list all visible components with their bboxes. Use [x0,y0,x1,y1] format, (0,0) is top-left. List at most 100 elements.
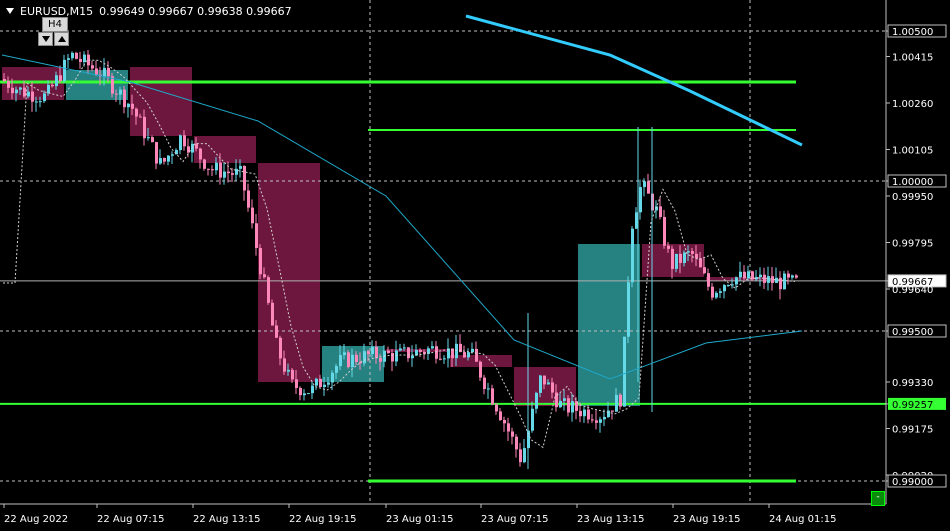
candle-body [207,168,210,170]
htf-candle [578,244,640,406]
candle-body [131,103,134,109]
candle-body [739,271,742,278]
candle-body [267,277,270,303]
candle-body [359,362,362,364]
candle-body [147,137,150,139]
time-label: 23 Aug 01:15 [386,514,453,525]
candle-body [155,142,158,164]
price-label: 0.99500 [892,327,933,338]
candle-body [715,292,718,298]
candle-body [319,378,322,387]
price-chart[interactable]: 1.00500 1.00415 1.00260 1.00105 1.00000 0.999… [0,0,950,531]
candle-body [583,409,586,417]
price-label: 0.99000 [892,477,933,488]
price-label: 0.99795 [892,239,933,250]
candle-body [711,286,714,298]
candle-body [571,401,574,413]
candle-body [71,52,74,59]
candle-body [599,419,602,423]
candle-body [391,353,394,362]
price-axis: 1.00500 1.00415 1.00260 1.00105 1.00000 0.999… [885,0,947,504]
candle-body [211,169,214,171]
candle-body [491,388,494,405]
dropdown-triangle-icon[interactable] [6,8,14,14]
price-label: 0.99257 [892,400,933,411]
candle-body [67,58,70,60]
candle-body [675,253,678,269]
price-label: 0.99640 [892,285,933,296]
candle-body [783,273,786,290]
candle-body [667,245,670,249]
candle-body [479,361,482,378]
candle-body [483,377,486,389]
candle-body [27,91,30,97]
candle-body [367,351,370,355]
candle-body [683,252,686,263]
candle-body [463,352,466,358]
time-label: 22 Aug 2022 [4,514,68,525]
candle-body [787,273,790,278]
candle-body [107,67,110,77]
candle-body [171,154,174,156]
symbol-period: EURUSD,M15 [20,4,94,18]
candle-body [311,385,314,394]
candle-body [83,54,86,62]
candle-body [643,181,646,188]
candle-body [759,274,762,278]
candle-body [547,382,550,385]
candle-body [395,350,398,362]
candle-body [263,274,266,278]
candle-body [515,436,518,450]
candle-body [95,68,98,75]
timeframe-button[interactable]: H4 [42,17,68,32]
candle-body [619,394,622,407]
candle-body [167,155,170,162]
candle-body [707,273,710,287]
time-label: 23 Aug 13:15 [577,514,644,525]
candle-body [279,337,282,359]
candle-body [587,409,590,420]
candle-body [323,384,326,387]
candle-body [123,89,126,108]
time-label: 22 Aug 13:15 [193,514,260,525]
price-label: 1.00105 [892,146,933,157]
candle-body [347,352,350,368]
candle-body [331,372,334,383]
price-label: 0.99175 [892,425,933,436]
candle-body [199,148,202,160]
timeframe-up-arrow-icon[interactable] [54,32,69,46]
candle-body [603,416,606,420]
candle-body [283,358,286,372]
candle-body [543,375,546,385]
candle-body [539,375,542,393]
candle-body [399,348,402,351]
candle-body [435,346,438,359]
candle-body [351,354,354,368]
candle-body [631,228,634,283]
candle-body [623,336,626,407]
candle-body [627,282,630,337]
htf-candle [130,67,192,136]
candle-body [467,352,470,358]
candle-body [119,89,122,95]
candle-body [219,162,222,178]
candle-body [115,93,118,95]
candle-body [719,291,722,293]
candle-body [19,87,22,90]
candle-body [7,80,10,88]
candle-body [691,251,694,254]
candle-body [59,75,62,82]
collapse-minus-button[interactable]: - [871,491,885,506]
candle-body [295,379,298,388]
candle-body [471,348,474,353]
candle-body [11,87,14,94]
candle-body [23,87,26,97]
candle-body [379,357,382,362]
candle-body [3,79,6,81]
price-label: 1.00000 [892,177,933,188]
candle-body [243,165,246,191]
candle-body [51,84,54,87]
candle-body [495,404,498,412]
candle-body [339,355,342,367]
timeframe-down-arrow-icon[interactable] [38,32,53,46]
